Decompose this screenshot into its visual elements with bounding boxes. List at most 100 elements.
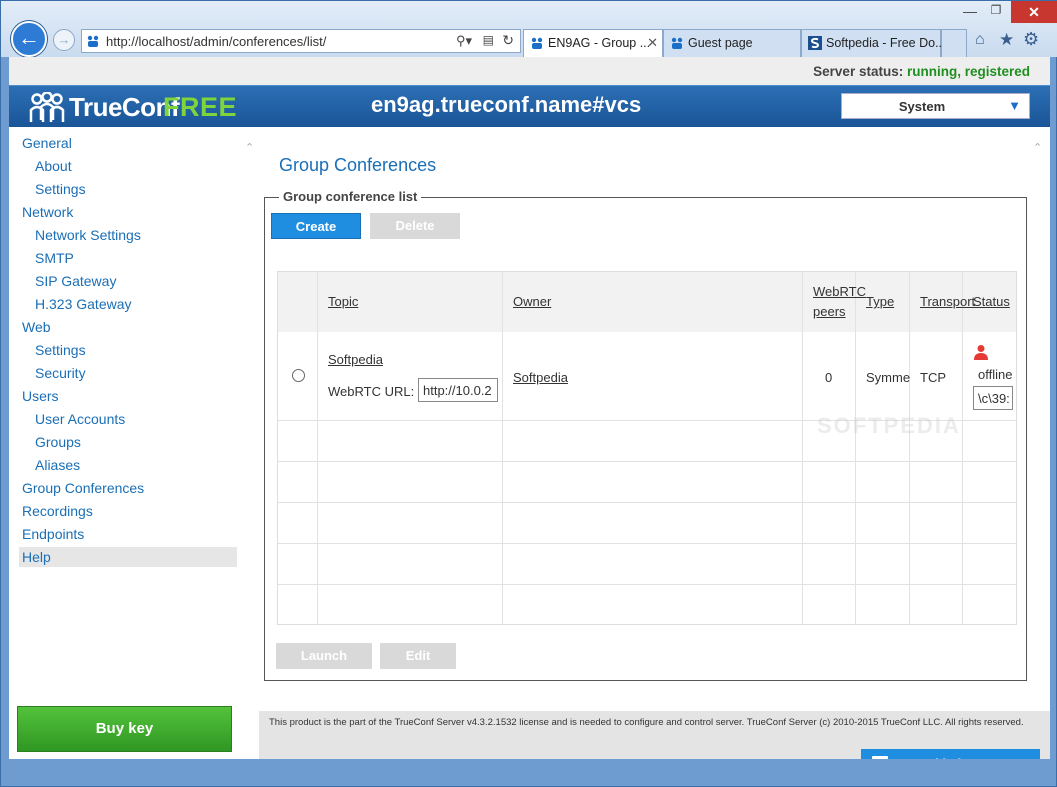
favorites-star-icon[interactable]: ★ [999, 30, 1014, 50]
server-status-bar: Server status: running, registered [9, 57, 1050, 85]
tab-label: Softpedia - Free Do... [826, 36, 946, 50]
edit-button[interactable]: Edit [380, 643, 456, 669]
row-divider [278, 502, 1016, 503]
restore-button[interactable]: ❐ [985, 3, 1007, 21]
softpedia-favicon-icon [808, 36, 822, 50]
people-logo-icon [29, 92, 65, 122]
address-bar[interactable]: http://localhost/admin/conferences/list/… [81, 29, 521, 53]
sidebar-item-endpoints[interactable]: Endpoints [22, 526, 84, 542]
need-help-button[interactable]: Need help? [861, 749, 1040, 759]
compatibility-view-icon[interactable]: ▤ [483, 33, 494, 47]
back-button[interactable]: ← [11, 21, 47, 57]
sidebar-item-settings[interactable]: Settings [35, 181, 86, 197]
window-close-button[interactable]: ✕ [1011, 1, 1057, 23]
sidebar-item-network[interactable]: Network [22, 204, 73, 220]
gear-icon[interactable]: ⚙ [1023, 29, 1039, 50]
system-dropdown[interactable]: System ▼ [841, 93, 1030, 119]
refresh-icon[interactable]: ↻ [502, 32, 514, 49]
table-header [278, 272, 1016, 332]
webrtc-url-label: WebRTC URL: [328, 384, 415, 399]
column-header-topic[interactable]: Topic [328, 294, 358, 309]
column-header-webrtc[interactable]: WebRTC [813, 284, 866, 299]
row-divider [278, 543, 1016, 544]
need-help-label: Need help? [907, 749, 977, 759]
tab-guest-page[interactable]: Guest page [663, 29, 801, 57]
user-offline-icon [974, 345, 988, 360]
column-divider [855, 272, 856, 624]
dropdown-arrow-icon: ▼ [1008, 98, 1021, 113]
column-divider [962, 272, 963, 624]
conference-type-value: Symme [866, 370, 911, 385]
sidebar-item-about[interactable]: About [35, 158, 72, 174]
sidebar-item-web[interactable]: Web [22, 319, 51, 335]
trueconf-favicon-icon [531, 37, 543, 49]
tab-softpedia[interactable]: Softpedia - Free Do... [801, 29, 946, 57]
system-dropdown-label: System [898, 99, 946, 114]
scroll-up-icon[interactable]: ⌃ [245, 141, 254, 154]
sidebar-item-h-323-gateway[interactable]: H.323 Gateway [35, 296, 132, 312]
column-divider [317, 272, 318, 624]
scroll-up-icon[interactable]: ⌃ [1033, 141, 1042, 154]
column-header-status[interactable]: Status [973, 294, 1010, 309]
sidebar-item-smtp[interactable]: SMTP [35, 250, 74, 266]
webrtc-peers-value: 0 [825, 370, 833, 385]
logo-free: FREE [163, 92, 238, 122]
page-title: Group Conferences [279, 155, 437, 175]
column-divider [502, 272, 503, 624]
sidebar-item-security[interactable]: Security [35, 365, 86, 381]
watermark: SOFTPEDIA [817, 413, 961, 438]
server-status-value: running, registered [906, 64, 1030, 79]
sidebar-item-aliases[interactable]: Aliases [35, 457, 80, 473]
sidebar-item-groups[interactable]: Groups [35, 434, 81, 450]
chat-bubble-icon [872, 756, 888, 759]
new-tab-button[interactable] [941, 29, 967, 57]
sidebar-item-settings[interactable]: Settings [35, 342, 86, 358]
sidebar-item-group-conferences[interactable]: Group Conferences [22, 480, 144, 496]
sidebar: ⌃ General About Settings Network Network Set… [9, 127, 259, 759]
tab-en9ag[interactable]: EN9AG - Group ... ✕ [523, 29, 663, 57]
sidebar-item-user-accounts[interactable]: User Accounts [35, 411, 125, 427]
fieldset-legend: Group conference list [279, 189, 422, 204]
address-url[interactable]: http://localhost/admin/conferences/list/ [106, 34, 326, 49]
create-button[interactable]: Create [271, 213, 361, 239]
row-divider [278, 461, 1016, 462]
app-header: TrueConf FREE en9ag.trueconf.name#vcs Sy… [9, 85, 1050, 127]
server-status: Server status: running, registered [813, 64, 1030, 79]
forward-button[interactable]: → [53, 29, 75, 51]
column-divider [909, 272, 910, 624]
server-name: en9ag.trueconf.name#vcs [371, 92, 642, 117]
column-header-owner[interactable]: Owner [513, 294, 551, 309]
home-icon[interactable]: ⌂ [975, 31, 985, 49]
conference-list-fieldset: Group conference list Create Delete Topi… [264, 189, 1027, 681]
minimize-button[interactable]: — [959, 3, 981, 21]
page-viewport: Server status: running, registered TrueC… [9, 57, 1050, 759]
close-tab-icon[interactable]: ✕ [647, 35, 658, 51]
main-content: ⌃ Group Conferences Group conference lis… [259, 127, 1050, 759]
browser-toolbar: — ❐ ✕ ← → http://localhost/admin/confere… [1, 1, 1057, 57]
sidebar-item-recordings[interactable]: Recordings [22, 503, 93, 519]
sidebar-item-network-settings[interactable]: Network Settings [35, 227, 141, 243]
column-header-peers[interactable]: peers [813, 304, 846, 319]
sidebar-item-sip-gateway[interactable]: SIP Gateway [35, 273, 116, 289]
status-value: offline [978, 367, 1013, 382]
webrtc-url-field[interactable]: http://10.0.2 [418, 378, 498, 402]
search-icon[interactable]: ⚲▾ [456, 33, 472, 49]
browser-window: — ❐ ✕ ← → http://localhost/admin/confere… [0, 0, 1057, 787]
column-header-type[interactable]: Type [866, 294, 894, 309]
column-divider [802, 272, 803, 624]
row-select-radio[interactable] [292, 369, 305, 382]
column-header-transport[interactable]: Transport [920, 294, 975, 309]
conference-topic-link[interactable]: Softpedia [328, 352, 383, 367]
sidebar-item-users[interactable]: Users [22, 388, 59, 404]
delete-button[interactable]: Delete [370, 213, 460, 239]
tab-label: EN9AG - Group ... [548, 36, 651, 50]
conference-owner-link[interactable]: Softpedia [513, 370, 568, 385]
conference-table: Topic Owner WebRTC peers Type Transport … [277, 271, 1017, 625]
launch-button[interactable]: Launch [276, 643, 372, 669]
sidebar-item-help[interactable]: Help [22, 549, 51, 565]
server-status-label: Server status: [813, 64, 904, 79]
sidebar-item-general[interactable]: General [22, 135, 72, 151]
trueconf-favicon-icon [87, 35, 99, 47]
buy-key-button[interactable]: Buy key [17, 706, 232, 752]
status-extra-field[interactable]: \c\39: [973, 386, 1013, 410]
